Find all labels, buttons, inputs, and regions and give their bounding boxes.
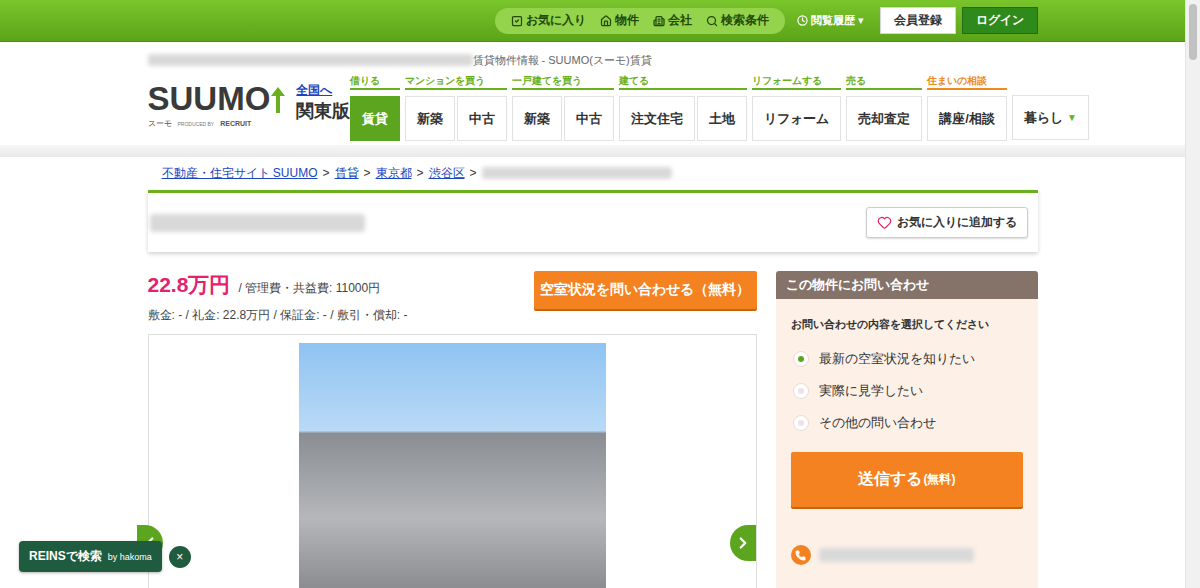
page-title: 賃貸物件情報 - SUUMO(スーモ)賃貸 [148,52,1038,68]
link-icon [511,15,523,27]
phone-icon [795,550,806,561]
building-photo [299,343,606,588]
header-shadow [0,145,1185,157]
top-bar: お気に入り物件会社検索条件閲覧履歴▾会員登録ログイン [0,0,1185,42]
next-button[interactable] [730,525,756,561]
scrollbar-thumb[interactable] [1189,4,1197,60]
contact-option[interactable]: 最新の空室状況を知りたい [793,350,1023,368]
suumo-logo[interactable]: SUUMOスーモPRODUCED BYRECRUIT [148,82,287,129]
redacted-text [482,167,672,179]
page: お気に入り物件会社検索条件閲覧履歴▾会員登録ログイン賃貸物件情報 - SUUMO… [0,0,1200,588]
nav-tab[interactable]: 暮らし▼ [1012,95,1089,140]
nav-group: 一戸建てを買う新築中古 [512,74,614,141]
region-link[interactable]: 全国へ [296,82,350,99]
nav-tab[interactable]: リフォーム [752,96,841,141]
contact-prompt: お問い合わせの内容を選択してください [791,317,1023,332]
panel-title: この物件にお問い合わせ [776,271,1038,299]
nav-tab[interactable]: 中古 [457,96,507,141]
link-icon [706,15,718,27]
link-icon [653,15,665,27]
radio[interactable] [793,351,809,367]
contact-option[interactable]: 実際に見学したい [793,382,1023,400]
nav-group: 売る売却査定 [846,74,922,141]
property-title: お気に入りに追加する [148,190,1038,252]
nav-group: 建てる注文住宅土地 [619,74,747,141]
redacted-text [819,548,974,562]
quick-links: お気に入り物件会社検索条件 [495,8,785,34]
nav-group: 住まいの相談講座/相談 [927,74,1007,141]
submit-button[interactable]: 送信する(無料) [791,452,1023,507]
reins-widget: REINSで検索by hakoma × [19,541,191,572]
nav-group: 暮らし▼ [1012,74,1089,141]
redacted-text [148,54,473,66]
nav-tab[interactable]: 新築 [512,96,562,141]
property-main: 22.8万円/ 管理費・共益費: 11000円敷金: - / 礼金: 22.8万… [148,271,757,588]
nav-tab[interactable]: 注文住宅 [619,96,695,141]
redacted-text [150,214,365,232]
nav-tab[interactable]: 土地 [697,96,747,141]
breadcrumb-link[interactable]: 渋谷区 [429,165,465,182]
nav-tab[interactable]: 講座/相談 [927,96,1007,141]
contact-panel: この物件にお問い合わせお問い合わせの内容を選択してください最新の空室状況を知りた… [776,271,1038,588]
radio[interactable] [793,383,809,399]
nav-tab[interactable]: 売却査定 [846,96,922,141]
breadcrumb-link[interactable]: 不動産・住宅サイト SUUMO [162,165,318,182]
close-button[interactable]: × [169,546,191,568]
breadcrumb-link[interactable]: 賃貸 [335,165,359,182]
arrow-up-icon [270,85,286,115]
register-button[interactable]: 会員登録 [880,7,956,34]
contact-option[interactable]: その他の問い合わせ [793,414,1023,432]
breadcrumb-link[interactable]: 東京都 [376,165,412,182]
quick-link[interactable]: 物件 [600,12,639,29]
main: お気に入り物件会社検索条件閲覧履歴▾会員登録ログイン賃貸物件情報 - SUUMO… [0,0,1185,588]
nav-group: リフォームするリフォーム [752,74,841,141]
price: 22.8万円/ 管理費・共益費: 11000円 [148,271,408,299]
photo-gallery [148,334,757,588]
quick-link[interactable]: 検索条件 [706,12,769,29]
deposits: 敷金: - / 礼金: 22.8万円 / 保証金: - / 敷引・償却: - [148,307,408,324]
clock-icon [797,15,808,26]
phone [791,545,1023,565]
reins-button[interactable]: REINSで検索by hakoma [19,541,162,572]
quick-link[interactable]: 会社 [653,12,692,29]
radio[interactable] [793,415,809,431]
nav-group: 借りる賃貸 [350,74,400,141]
vacancy-button[interactable]: 空室状況を問い合わせる（無料） [534,271,757,309]
region: 全国へ関東版 [296,82,350,129]
scrollbar[interactable] [1185,0,1200,588]
header: SUUMOスーモPRODUCED BYRECRUIT全国へ関東版借りる賃貸マンシ… [148,74,1038,141]
login-button[interactable]: ログイン [962,7,1038,34]
nav-tab[interactable]: 賃貸 [350,96,400,141]
history-menu[interactable]: 閲覧履歴▾ [797,13,864,28]
quick-link[interactable]: お気に入り [511,12,586,29]
nav-tab[interactable]: 新築 [405,96,455,141]
chevron-right-icon [734,534,752,552]
favorite-button[interactable]: お気に入りに追加する [866,207,1028,238]
link-icon [600,15,612,27]
nav-tab[interactable]: 中古 [564,96,614,141]
breadcrumb: 不動産・住宅サイト SUUMO>賃貸>東京都>渋谷区> [148,164,1038,182]
nav-group: マンションを買う新築中古 [405,74,507,141]
category-nav: 借りる賃貸マンションを買う新築中古一戸建てを買う新築中古建てる注文住宅土地リフォ… [350,74,1089,141]
heart-icon [877,215,892,230]
